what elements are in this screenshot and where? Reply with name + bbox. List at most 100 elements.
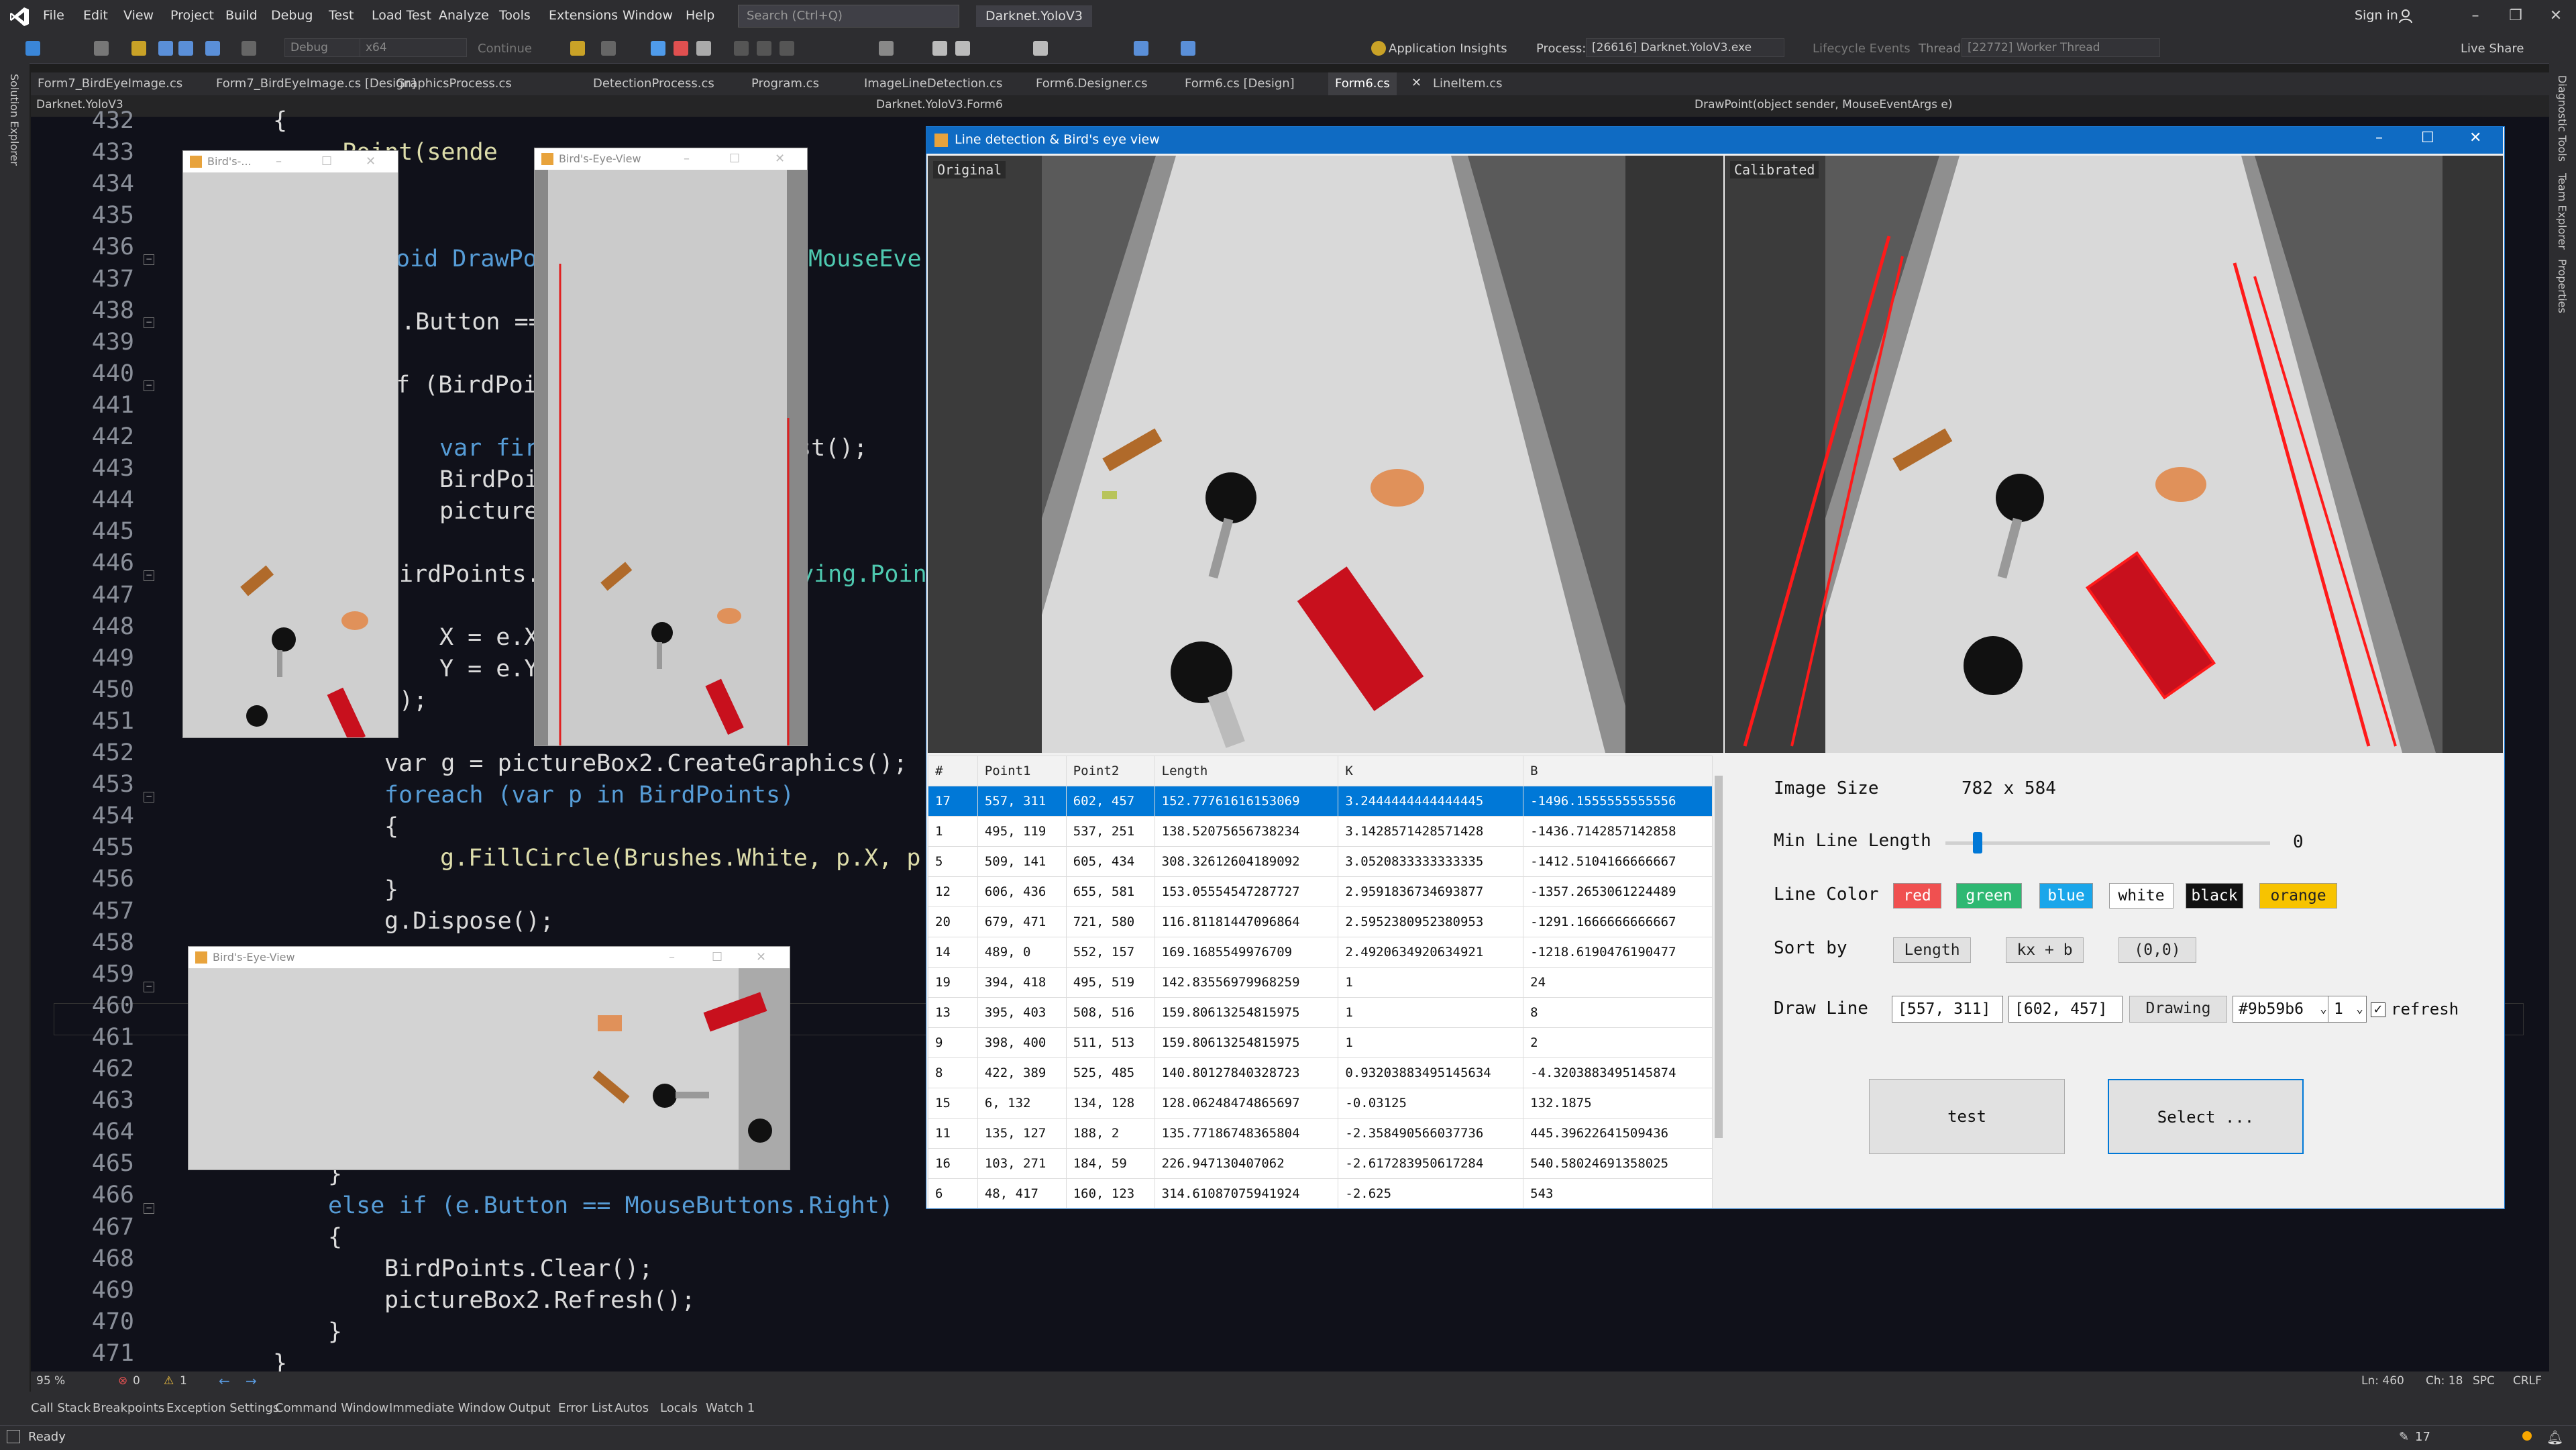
table-cell[interactable]: 3.1428571428571428 bbox=[1338, 816, 1524, 847]
table-cell[interactable]: 3.0520833333333335 bbox=[1338, 846, 1524, 877]
table-row[interactable]: 1 495, 119 537, 251 138.52075656738234 3.142… bbox=[928, 816, 1713, 847]
close-icon[interactable]: ✕ bbox=[2536, 4, 2576, 28]
table-cell[interactable]: 159.80613254815975 bbox=[1154, 1027, 1339, 1058]
slider-thumb[interactable] bbox=[1973, 832, 1983, 853]
tool-tab[interactable]: Watch 1 bbox=[706, 1401, 755, 1415]
table-cell[interactable]: 511, 513 bbox=[1065, 1027, 1155, 1058]
sort-kxb-button[interactable]: kx + b bbox=[2006, 937, 2084, 963]
table-cell[interactable]: 1 bbox=[1338, 1027, 1524, 1058]
table-row[interactable]: 5 509, 141 605, 434 308.32612604189092 3.052… bbox=[928, 846, 1713, 877]
color-green-button[interactable]: green bbox=[1956, 883, 2022, 909]
minimize-icon[interactable]: – bbox=[669, 947, 675, 968]
birds-eye-window[interactable]: Bird's-Eye-View – ☐ ✕ bbox=[188, 946, 790, 1170]
menu-item[interactable]: Test bbox=[329, 8, 354, 23]
table-cell[interactable]: 314.61087075941924 bbox=[1154, 1178, 1339, 1208]
properties-tab[interactable]: Properties bbox=[2556, 259, 2569, 313]
color-black-button[interactable]: black bbox=[2186, 883, 2243, 909]
indent-mode[interactable]: SPC bbox=[2473, 1374, 2495, 1388]
color-blue-button[interactable]: blue bbox=[2039, 883, 2093, 909]
table-cell[interactable]: 543 bbox=[1523, 1178, 1713, 1208]
close-icon[interactable]: ✕ bbox=[756, 947, 766, 968]
table-cell[interactable]: 0.93203883495145634 bbox=[1338, 1057, 1524, 1088]
table-cell[interactable]: -0.03125 bbox=[1338, 1088, 1524, 1119]
undo-icon[interactable] bbox=[205, 41, 220, 56]
sort-origin-button[interactable]: (0,0) bbox=[2118, 937, 2196, 963]
fold-marker-icon[interactable]: − bbox=[144, 254, 154, 265]
table-cell[interactable]: 48, 417 bbox=[977, 1178, 1067, 1208]
minimize-icon[interactable]: – bbox=[684, 148, 690, 170]
document-tab[interactable]: Form7_BirdEyeImage.cs bbox=[38, 72, 182, 95]
lifecycle-events-button[interactable]: Lifecycle Events bbox=[1813, 42, 1911, 56]
account-icon[interactable] bbox=[2398, 8, 2414, 24]
table-cell[interactable]: 2.4920634920634921 bbox=[1338, 937, 1524, 968]
solution-explorer-tab[interactable]: Solution Explorer bbox=[8, 74, 21, 166]
minimize-icon[interactable]: – bbox=[276, 151, 282, 172]
diagnostic-tools-tab[interactable]: Diagnostic Tools bbox=[2556, 75, 2569, 162]
table-cell[interactable]: -1291.1666666666667 bbox=[1523, 907, 1713, 937]
menu-item[interactable]: Tools bbox=[499, 8, 531, 23]
birds-eye-window[interactable]: Bird's-Eye-View – ☐ ✕ bbox=[534, 148, 808, 746]
table-cell[interactable]: 9 bbox=[928, 1027, 978, 1058]
color-red-button[interactable]: red bbox=[1893, 883, 1941, 909]
table-row[interactable]: 6 48, 417 160, 123 314.61087075941924 -2.625… bbox=[928, 1178, 1713, 1208]
maximize-icon[interactable]: ☐ bbox=[729, 148, 740, 170]
warning-icon[interactable]: ⚠ bbox=[164, 1374, 174, 1388]
table-cell[interactable]: 2.5952380952380953 bbox=[1338, 907, 1524, 937]
tool-tab[interactable]: Exception Settings bbox=[166, 1401, 279, 1415]
table-cell[interactable]: 525, 485 bbox=[1065, 1057, 1155, 1088]
menu-item[interactable]: Debug bbox=[271, 8, 313, 23]
table-cell[interactable]: 6, 132 bbox=[977, 1088, 1067, 1119]
birds-eye-window[interactable]: Bird's-... – ☐ ✕ bbox=[182, 150, 398, 738]
table-cell[interactable]: 606, 436 bbox=[977, 876, 1067, 907]
step-out-icon[interactable] bbox=[780, 41, 794, 56]
column-header[interactable]: Point2 bbox=[1065, 756, 1155, 786]
error-icon[interactable]: ⊗ bbox=[118, 1374, 127, 1388]
close-tab-icon[interactable]: ✕ bbox=[1411, 76, 1421, 90]
tool-tab[interactable]: Breakpoints bbox=[93, 1401, 164, 1415]
table-cell[interactable]: 3.2444444444444445 bbox=[1338, 786, 1524, 817]
table-cell[interactable]: 188, 2 bbox=[1065, 1118, 1155, 1149]
close-icon[interactable]: ✕ bbox=[366, 151, 376, 172]
refresh-checkbox[interactable]: ✓ bbox=[2371, 1002, 2385, 1017]
close-icon[interactable]: ✕ bbox=[775, 148, 785, 170]
line-ending[interactable]: CRLF bbox=[2513, 1374, 2542, 1388]
table-cell[interactable]: 159.80613254815975 bbox=[1154, 997, 1339, 1028]
table-cell[interactable]: 655, 581 bbox=[1065, 876, 1155, 907]
menu-item[interactable]: Build bbox=[225, 8, 258, 23]
menu-item[interactable]: Window bbox=[623, 8, 673, 23]
step-over-icon[interactable] bbox=[734, 41, 749, 56]
bookmark-icon[interactable] bbox=[932, 41, 947, 56]
table-cell[interactable]: -2.617283950617284 bbox=[1338, 1148, 1524, 1179]
maximize-icon[interactable]: ☐ bbox=[712, 947, 722, 968]
table-row[interactable]: 19 394, 418 495, 519 142.83556979968259 1 24 bbox=[928, 967, 1713, 998]
column-header[interactable]: Point1 bbox=[977, 756, 1067, 786]
table-cell[interactable]: 116.81181447096864 bbox=[1154, 907, 1339, 937]
table-cell[interactable]: 14 bbox=[928, 937, 978, 968]
fold-marker-icon[interactable]: − bbox=[144, 982, 154, 992]
screenshot-icon[interactable] bbox=[601, 41, 616, 56]
table-cell[interactable]: 1 bbox=[928, 816, 978, 847]
table-cell[interactable]: 395, 403 bbox=[977, 997, 1067, 1028]
menu-item[interactable]: Help bbox=[686, 8, 714, 23]
document-tab[interactable]: DetectionProcess.cs bbox=[593, 72, 714, 95]
bookmark-next-icon[interactable] bbox=[1033, 41, 1048, 56]
table-cell[interactable]: 540.58024691358025 bbox=[1523, 1148, 1713, 1179]
table-row[interactable]: 20 679, 471 721, 580 116.81181447096864 2.59… bbox=[928, 907, 1713, 937]
color-white-button[interactable]: white bbox=[2109, 883, 2174, 909]
table-cell[interactable]: 495, 519 bbox=[1065, 967, 1155, 998]
menu-item[interactable]: Extensions bbox=[549, 8, 618, 23]
table-cell[interactable]: 398, 400 bbox=[977, 1027, 1067, 1058]
platform-combo[interactable]: x64 bbox=[360, 38, 467, 57]
table-cell[interactable]: 184, 59 bbox=[1065, 1148, 1155, 1179]
color-orange-button[interactable]: orange bbox=[2259, 883, 2337, 909]
fold-marker-icon[interactable]: − bbox=[144, 1203, 154, 1214]
minimize-icon[interactable]: – bbox=[2375, 130, 2383, 146]
table-cell[interactable]: 445.39622641509436 bbox=[1523, 1118, 1713, 1149]
table-cell[interactable]: 12 bbox=[928, 876, 978, 907]
table-cell[interactable]: 721, 580 bbox=[1065, 907, 1155, 937]
next-issue-icon[interactable]: → bbox=[246, 1373, 257, 1389]
menu-item[interactable]: File bbox=[43, 8, 64, 23]
table-cell[interactable]: 17 bbox=[928, 786, 978, 817]
menu-item[interactable]: Analyze bbox=[439, 8, 489, 23]
table-cell[interactable]: -2.625 bbox=[1338, 1178, 1524, 1208]
